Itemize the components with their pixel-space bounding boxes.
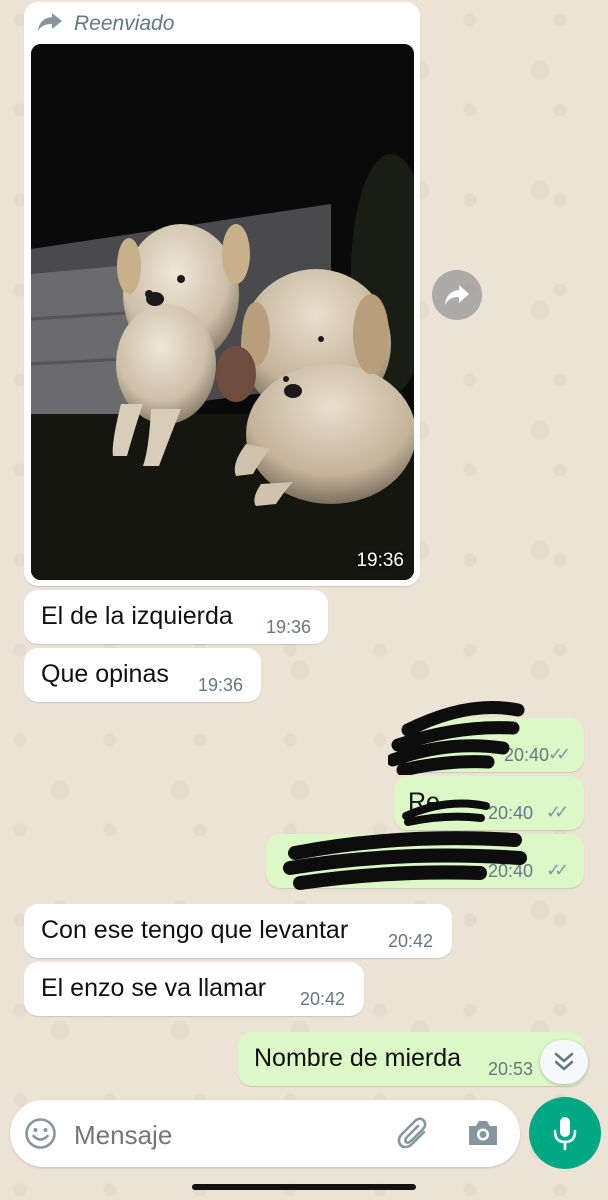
camera-icon[interactable]: [466, 1118, 500, 1148]
message-time: 20:53: [488, 1059, 534, 1079]
message-text: El de la izquierda: [41, 602, 233, 630]
voice-message-button[interactable]: [529, 1097, 601, 1169]
message-incoming[interactable]: Con ese tengo que levantar 20:42: [24, 904, 452, 958]
forwarded-icon: [38, 13, 62, 31]
chevron-double-down-icon: [554, 1052, 574, 1071]
emoji-icon[interactable]: [24, 1117, 57, 1150]
message-incoming[interactable]: Que opinas 19:36: [24, 648, 261, 702]
read-ticks-icon: ✓✓: [548, 744, 571, 764]
read-ticks-icon: ✓✓: [546, 860, 569, 880]
message-text: Con ese tengo que levantar: [41, 916, 349, 944]
forwarded-photo-message[interactable]: Reenviado 19:36: [24, 2, 420, 586]
message-text: Nombre de mierda: [254, 1044, 462, 1072]
forward-button[interactable]: [432, 270, 482, 320]
message-text: El enzo se va llamar: [41, 974, 267, 1002]
message-text: Que opinas: [41, 660, 169, 688]
redaction-scribble: [402, 799, 490, 826]
message-time: 20:42: [388, 931, 434, 951]
message-time: 19:36: [198, 675, 244, 695]
microphone-icon: [553, 1117, 577, 1151]
redaction-scribble: [283, 831, 527, 890]
read-ticks-icon: ✓✓: [546, 802, 569, 822]
scroll-to-bottom-button[interactable]: [540, 1040, 588, 1084]
forwarded-label: Reenviado: [74, 12, 175, 35]
message-incoming[interactable]: El enzo se va llamar 20:42: [24, 962, 364, 1016]
message-composer: [10, 1100, 520, 1167]
message-incoming[interactable]: El de la izquierda 19:36: [24, 590, 328, 644]
home-indicator[interactable]: [192, 1184, 416, 1190]
redaction-scribble: [388, 701, 525, 775]
photo-timestamp: 19:36: [356, 550, 404, 571]
message-outgoing[interactable]: Nombre de mierda 20:53 ✓✓: [238, 1032, 584, 1086]
puppies-photo[interactable]: 19:36: [31, 44, 414, 580]
message-time: 19:36: [266, 617, 312, 637]
message-input[interactable]: [72, 1114, 376, 1156]
paperclip-icon[interactable]: [396, 1116, 432, 1152]
message-time: 20:42: [300, 989, 346, 1009]
forward-arrow-icon: [445, 285, 469, 305]
